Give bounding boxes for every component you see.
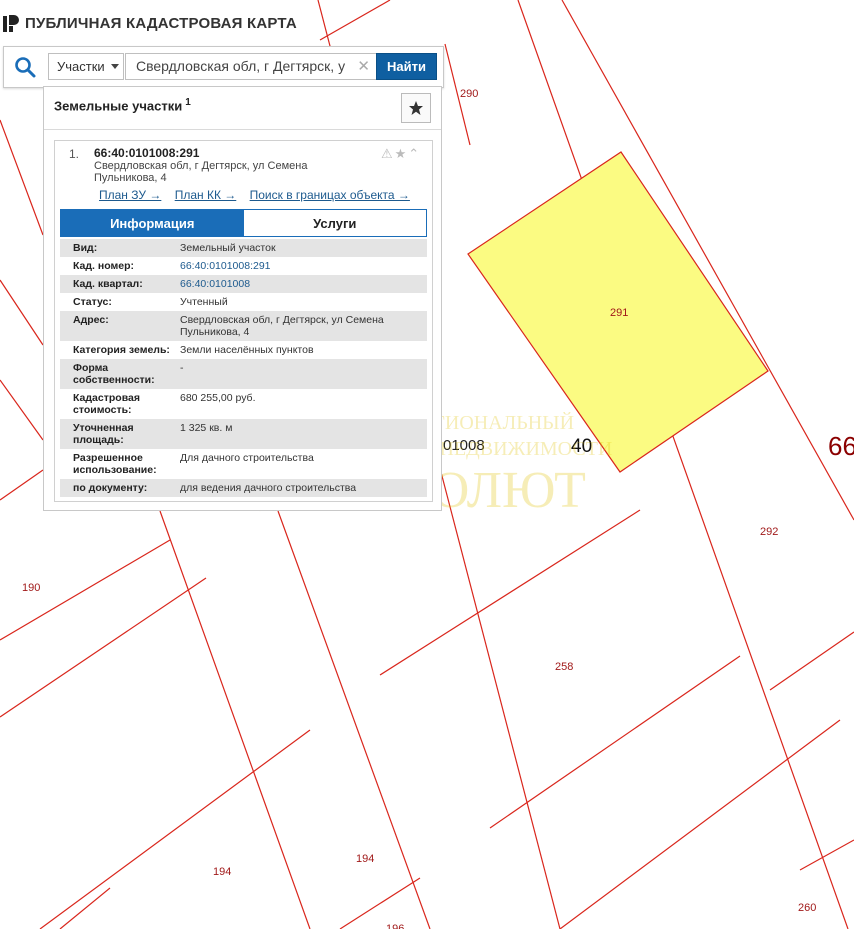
result-links: План ЗУ → План КК → Поиск в границах объ… <box>99 188 420 202</box>
results-count: 1 <box>185 97 191 108</box>
info-row: по документу: для ведения дачного строите… <box>60 479 427 497</box>
info-row-value: Земли населённых пунктов <box>180 344 314 356</box>
info-row-key: Уточненная площадь: <box>73 422 134 446</box>
info-row-value: 1 325 кв. м <box>180 422 233 434</box>
plan-zu-link[interactable]: План ЗУ → <box>99 188 161 202</box>
parcel-label-190: 190 <box>22 582 40 594</box>
result-card[interactable]: 1. 66:40:0101008:291 Свердловская обл, г… <box>54 140 433 502</box>
favorite-button[interactable] <box>401 93 431 123</box>
info-row-value: - <box>180 362 184 374</box>
info-row: Кад. номер: 66:40:0101008:291 <box>60 257 427 275</box>
info-table: Вид: Земельный участок Кад. номер: 66:40:01… <box>60 239 427 497</box>
info-row-key: Кадастровая стоимость: <box>73 392 140 416</box>
info-row-key: по документу: <box>73 482 148 494</box>
star-icon <box>409 101 423 115</box>
results-panel-header: Земельные участки 1 <box>44 87 441 130</box>
find-button[interactable]: Найти <box>376 53 437 80</box>
parcel-label-260: 260 <box>798 902 816 914</box>
info-row: Разрешенное использование: Для дачного ст… <box>60 449 427 479</box>
search-type-select[interactable]: Участки <box>48 53 124 80</box>
parcel-label-290: 290 <box>460 88 478 100</box>
info-row-key: Вид: <box>73 242 98 254</box>
search-icon[interactable] <box>12 55 38 79</box>
result-action-icons[interactable]: ⚠★⌃ <box>381 146 421 162</box>
search-in-bounds-link[interactable]: Поиск в границах объекта → <box>250 188 410 202</box>
info-row-value: Для дачного строительства <box>180 452 314 464</box>
info-row-value: Свердловская обл, г Дегтярск, ул Семена … <box>180 314 384 338</box>
info-row-key: Кад. номер: <box>73 260 135 272</box>
info-row-value: 680 255,00 руб. <box>180 392 256 404</box>
parcel-label-194-a: 194 <box>213 866 231 878</box>
caret-down-icon <box>110 64 119 69</box>
result-address: Свердловская обл, г Дегтярск, ул Семена … <box>94 160 308 184</box>
info-row-value[interactable]: 66:40:0101008 <box>180 278 427 290</box>
app-header: ПУБЛИЧНАЯ КАДАСТРОВАЯ КАРТА <box>0 8 297 38</box>
info-row-value[interactable]: 66:40:0101008:291 <box>180 260 427 272</box>
info-row: Статус: Учтенный <box>60 293 427 311</box>
plan-kk-link[interactable]: План КК → <box>175 188 237 202</box>
info-row-key: Адрес: <box>73 314 109 326</box>
info-row: Категория земель: Земли населённых пункто… <box>60 341 427 359</box>
info-tabs: Информация Услуги <box>60 209 427 237</box>
info-row-key: Форма собственности: <box>73 362 155 386</box>
results-panel: Земельные участки 1 1. 66:40:0101008:291 … <box>43 86 442 511</box>
search-query-text: Свердловская обл, г Дегтярск, у <box>136 58 346 74</box>
app-title: ПУБЛИЧНАЯ КАДАСТРОВАЯ КАРТА <box>25 14 297 32</box>
parcel-label-291: 291 <box>610 307 628 319</box>
info-row: Адрес: Свердловская обл, г Дегтярск, ул С… <box>60 311 427 341</box>
info-row-key: Разрешенное использование: <box>73 452 157 476</box>
info-row-value: для ведения дачного строительства <box>180 482 357 494</box>
info-row: Уточненная площадь: 1 325 кв. м <box>60 419 427 449</box>
tab-services[interactable]: Услуги <box>243 210 426 236</box>
search-type-label: Участки <box>57 59 105 74</box>
panel-title-text: Земельные участки <box>54 98 183 114</box>
parcel-label-194-b: 194 <box>356 853 374 865</box>
info-row-value: Земельный участок <box>180 242 276 254</box>
pkk-logo-icon <box>3 15 19 32</box>
result-index: 1. <box>69 147 80 161</box>
parcel-label-292: 292 <box>760 526 778 538</box>
info-row: Кад. квартал: 66:40:0101008 <box>60 275 427 293</box>
info-row-key: Статус: <box>73 296 112 308</box>
block-label: 40 <box>571 436 592 457</box>
parcel-label-196: 196 <box>386 923 404 929</box>
clear-icon[interactable]: ✕ <box>357 54 370 79</box>
panel-title: Земельные участки 1 <box>54 97 191 113</box>
result-cadastral-number: 66:40:0101008:291 <box>94 146 200 160</box>
district-label: 66 <box>828 431 854 461</box>
info-row-key: Кад. квартал: <box>73 278 143 290</box>
search-bar: Участки Свердловская обл, г Дегтярск, у … <box>3 46 444 88</box>
parcel-label-258: 258 <box>555 661 573 673</box>
info-row-value: Учтенный <box>180 296 228 308</box>
tab-information[interactable]: Информация <box>61 210 244 236</box>
info-row: Форма собственности: - <box>60 359 427 389</box>
info-row: Вид: Земельный участок <box>60 239 427 257</box>
quarter-label: 01008 <box>443 437 485 454</box>
info-row-key: Категория земель: <box>73 344 170 356</box>
info-row: Кадастровая стоимость: 680 255,00 руб. <box>60 389 427 419</box>
search-input[interactable]: Свердловская обл, г Дегтярск, у ✕ <box>125 53 377 80</box>
